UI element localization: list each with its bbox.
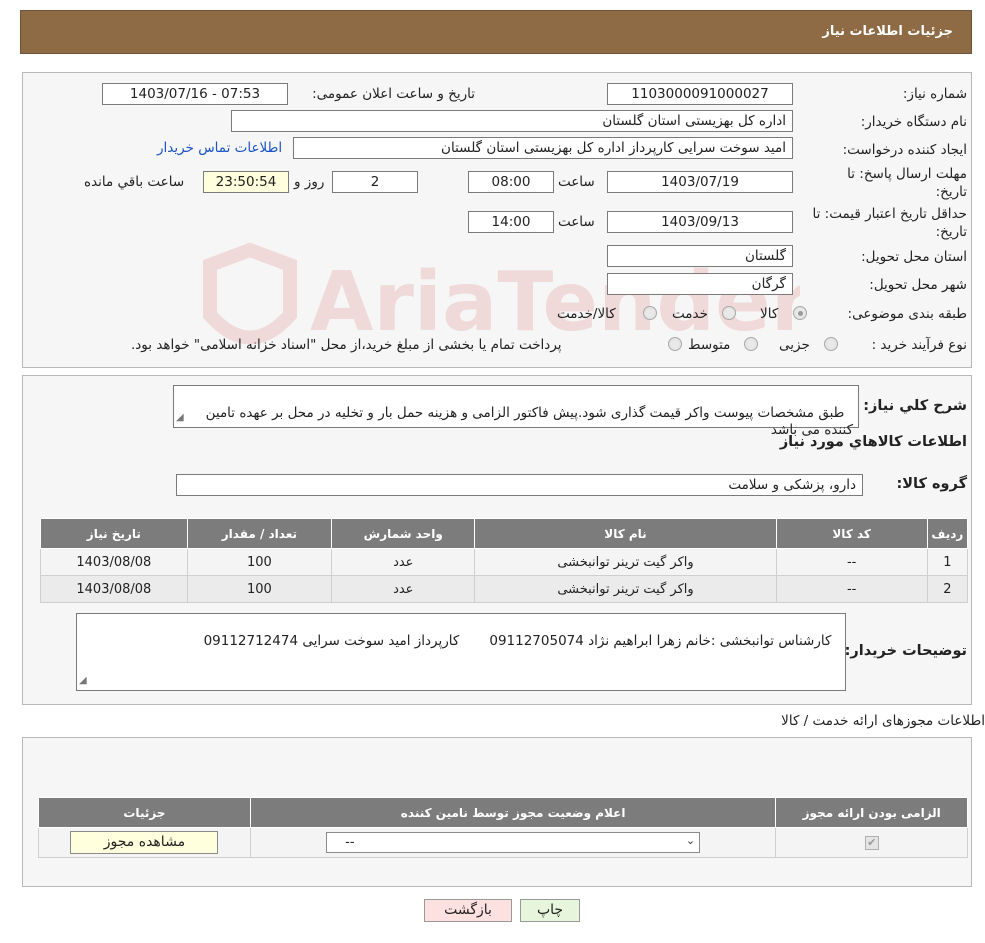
table-row: 2 -- واکر گیت ترینر توانبخشی عدد 100 140… <box>40 575 969 603</box>
table-row: 1 -- واکر گیت ترینر توانبخشی عدد 100 140… <box>40 548 969 576</box>
process-radio-minor[interactable] <box>824 337 838 351</box>
category-radio-service[interactable] <box>722 306 736 320</box>
buyer-org-label: نام دستگاه خریدار: <box>860 114 967 130</box>
cell-permit-status: -- ⌄ <box>249 827 777 858</box>
category-option-goods: کالا <box>760 306 779 322</box>
buyer-org-field: اداره کل بهزیستی استان گلستان <box>231 110 793 132</box>
announce-date-field: 1403/07/16 - 07:53 <box>102 83 288 105</box>
validity-time-label: ساعت <box>558 214 595 230</box>
validity-date-field: 1403/09/13 <box>607 211 793 233</box>
resize-grip-icon[interactable]: ◢ <box>79 672 87 689</box>
process-treasury-note: پرداخت تمام یا بخشی از مبلغ خرید،از محل … <box>131 337 562 353</box>
permit-required-checkbox[interactable]: ✔ <box>864 836 879 850</box>
col-name: نام کالا <box>474 518 777 549</box>
validity-label-date: تاریخ: <box>935 224 967 240</box>
cell-date: 1403/08/08 <box>40 575 188 603</box>
need-number-field: 1103000091000027 <box>607 83 793 105</box>
page-title: جزئیات اطلاعات نیاز <box>822 24 953 39</box>
deadline-time-label: ساعت <box>558 174 595 190</box>
cell-unit: عدد <box>331 575 476 603</box>
cell-row: 2 <box>926 575 969 603</box>
permit-status-select[interactable]: -- ⌄ <box>326 832 701 853</box>
process-radio-medium[interactable] <box>744 337 758 351</box>
col-unit: واحد شمارش <box>331 518 476 549</box>
col-permit-required: الزامی بودن ارائه مجوز <box>775 797 968 828</box>
days-remaining-field: 2 <box>332 171 418 193</box>
description-label: شرح کلي نياز: <box>863 398 967 414</box>
col-qty: تعداد / مقدار <box>186 518 333 549</box>
buyer-notes-label: توضیحات خریدار: <box>844 643 967 659</box>
province-field: گلستان <box>607 245 793 267</box>
col-row: رديف <box>926 518 969 549</box>
buyer-notes-text: کارشناس توانبخشی :خانم زهرا ابراهیم نژاد… <box>203 633 832 649</box>
resize-grip-icon[interactable]: ◢ <box>176 409 184 426</box>
description-textarea[interactable]: طبق مشخصات پیوست واکر قیمت گذاری شود.پیش… <box>173 385 859 438</box>
deadline-time-field: 08:00 <box>468 171 554 193</box>
page-header: جزئیات اطلاعات نیاز <box>20 10 972 54</box>
deadline-label-date: تاریخ: <box>935 184 967 200</box>
city-field: گرگان <box>607 273 793 295</box>
permit-status-value: -- <box>345 835 355 850</box>
cell-qty: 100 <box>186 548 333 576</box>
cell-unit: عدد <box>331 548 476 576</box>
table-row: ✔ -- ⌄ مشاهده مجوز <box>38 827 968 858</box>
remaining-time-label: ساعت باقي مانده <box>84 174 185 190</box>
col-permit-details: جزئیات <box>38 797 251 828</box>
deadline-date-field: 1403/07/19 <box>607 171 793 193</box>
goods-table: رديف کد کالا نام کالا واحد شمارش تعداد /… <box>40 518 969 603</box>
category-label: طبقه بندی موضوعی: <box>847 306 967 322</box>
category-option-goods-service: کالا/خدمت <box>557 306 616 322</box>
need-number-label: شماره نیاز: <box>902 86 967 102</box>
cell-name: واکر گیت ترینر توانبخشی <box>474 575 777 603</box>
cell-qty: 100 <box>186 575 333 603</box>
goods-table-header: رديف کد کالا نام کالا واحد شمارش تعداد /… <box>40 518 969 549</box>
cell-date: 1403/08/08 <box>40 548 188 576</box>
cell-code: -- <box>775 575 928 603</box>
col-date: تاریخ نیاز <box>40 518 188 549</box>
cell-permit-details: مشاهده مجوز <box>38 827 251 858</box>
process-radio-treasury[interactable] <box>668 337 682 351</box>
cell-code: -- <box>775 548 928 576</box>
category-option-service: خدمت <box>672 306 708 322</box>
goods-group-label: گروه کالا: <box>896 476 967 492</box>
process-option-minor: جزیی <box>779 337 810 353</box>
permits-table-header: الزامی بودن ارائه مجوز اعلام وضعیت مجوز … <box>38 797 968 828</box>
deadline-label: مهلت ارسال پاسخ: تا <box>847 166 967 182</box>
city-label: شهر محل تحویل: <box>869 277 967 293</box>
chevron-down-icon: ⌄ <box>685 834 696 847</box>
remaining-time-field: 23:50:54 <box>203 171 289 193</box>
view-permit-button[interactable]: مشاهده مجوز <box>70 831 219 854</box>
permits-table: الزامی بودن ارائه مجوز اعلام وضعیت مجوز … <box>38 797 968 858</box>
requester-field: امید سوخت سرایی کارپرداز اداره کل بهزیست… <box>293 137 793 159</box>
validity-time-field: 14:00 <box>468 211 554 233</box>
back-button[interactable]: بازگشت <box>424 899 512 922</box>
announce-date-label: تاریخ و ساعت اعلان عمومی: <box>312 86 475 102</box>
col-permit-status: اعلام وضعیت مجوز توسط نامین کننده <box>249 797 777 828</box>
print-button[interactable]: چاپ <box>520 899 580 922</box>
process-option-medium: متوسط <box>688 337 731 353</box>
validity-label: حداقل تاریخ اعتبار قیمت: تا <box>812 206 967 222</box>
days-label: روز و <box>294 174 325 190</box>
permits-title: اطلاعات مجوزهای ارائه خدمت / کالا <box>781 713 985 729</box>
requester-label: ایجاد کننده درخواست: <box>842 142 967 158</box>
category-radio-goods[interactable] <box>793 306 807 320</box>
cell-permit-required: ✔ <box>775 827 968 858</box>
buyer-notes-textarea[interactable]: کارشناس توانبخشی :خانم زهرا ابراهیم نژاد… <box>76 613 846 691</box>
col-code: کد کالا <box>775 518 928 549</box>
province-label: استان محل تحویل: <box>861 249 967 265</box>
cell-name: واکر گیت ترینر توانبخشی <box>474 548 777 576</box>
goods-info-title: اطلاعات کالاهاي مورد نياز <box>779 434 967 450</box>
goods-group-field: دارو، پزشکی و سلامت <box>176 474 863 496</box>
category-radio-goods-service[interactable] <box>643 306 657 320</box>
process-label: نوع فرآیند خرید : <box>871 337 967 353</box>
cell-row: 1 <box>926 548 969 576</box>
buyer-contact-link[interactable]: اطلاعات تماس خریدار <box>157 140 282 156</box>
